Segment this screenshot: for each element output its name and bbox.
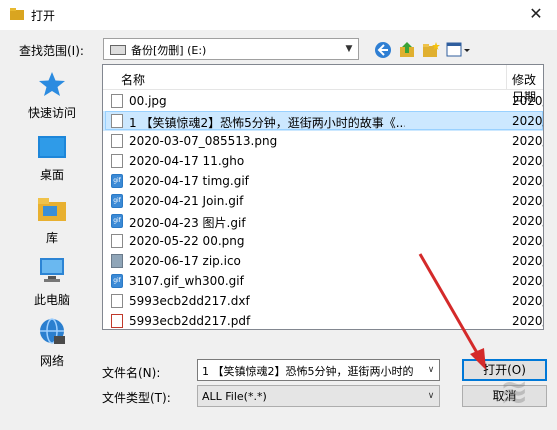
filetype-value: ALL File(*.*) [202, 390, 267, 403]
file-name: 1 【笑镇惊魂2】恐怖5分钟，逛街两小时的故事《... [129, 116, 405, 130]
column-divider[interactable] [506, 65, 507, 89]
look-in-combobox[interactable]: 备份[勿删] (E:) ▼ [103, 38, 359, 60]
annotation-arrow [418, 253, 486, 370]
doc-file-icon [111, 234, 123, 248]
doc-file-icon [111, 114, 123, 128]
look-in-label: 查找范围(I): [19, 44, 84, 58]
doc-file-icon [111, 94, 123, 108]
look-in-value: 备份[勿删] (E:) [131, 44, 207, 57]
gif-file-icon: gif [111, 194, 123, 208]
back-icon[interactable] [374, 41, 392, 59]
gif-file-icon: gif [111, 214, 123, 228]
star-icon [39, 72, 65, 96]
place-label: 网络 [39, 354, 64, 368]
place-this-pc[interactable]: 此电脑 [13, 258, 91, 307]
sort-up-icon: ^ [251, 64, 259, 72]
new-folder-icon[interactable] [422, 41, 440, 59]
file-name: 2020-06-17 zip.ico [129, 254, 241, 268]
gif-file-icon: gif [111, 274, 123, 288]
list-header: ^ 名称 修改日期 [103, 64, 543, 104]
file-date: 2020/5/16 9:30 [512, 314, 543, 328]
close-button[interactable]: ✕ [523, 3, 549, 25]
file-date: 2020/3/7 8:55 [512, 134, 543, 148]
computer-icon [40, 258, 64, 282]
place-desktop[interactable]: 桌面 [13, 136, 91, 182]
file-row[interactable]: gif 2020-04-17 timg.gif 2020/4/17 9:34 [103, 171, 543, 191]
network-icon [40, 318, 65, 344]
file-name: 2020-03-07_085513.png [129, 134, 278, 148]
file-date: 2020/4/17 9:34 [512, 174, 543, 188]
file-name: 2020-04-21 Join.gif [129, 194, 244, 208]
doc-file-icon [111, 154, 123, 168]
file-date: 2020/4/23 10:19 [512, 214, 543, 228]
file-row[interactable]: 2020-05-22 00.png 2020/5/22 8:48 [103, 231, 543, 251]
file-name: 5993ecb2dd217.pdf [129, 314, 251, 328]
file-date: 2020/6/17 12:19 [512, 254, 543, 268]
place-label: 此电脑 [33, 293, 70, 307]
file-name: 2020-04-17 11.gho [129, 154, 245, 168]
file-row[interactable]: 00.jpg 2020/3/27 11:07 [103, 91, 543, 111]
filetype-select[interactable]: ALL File(*.*) ∨ [197, 385, 440, 407]
view-menu-icon[interactable] [446, 41, 472, 59]
vertical-scrollbar[interactable] [544, 64, 557, 330]
place-quick-access[interactable]: 快速访问 [13, 71, 91, 121]
watermark-logo: ≋ [500, 372, 529, 412]
file-row[interactable]: 1 【笑镇惊魂2】恐怖5分钟，逛街两小时的故事《... 2020/3/3 8:24 [103, 111, 543, 131]
file-date: 2020/5/22 8:48 [512, 234, 543, 248]
file-name: 2020-04-17 timg.gif [129, 174, 249, 188]
drive-icon [110, 45, 126, 55]
filename-value: 1 【笑镇惊魂2】恐怖5分钟，逛街两小时的 [202, 365, 414, 378]
file-date: 2020/4/17 9:34 [512, 154, 543, 168]
chevron-down-icon[interactable]: ▼ [340, 39, 358, 59]
desktop-icon [38, 136, 66, 158]
chevron-down-icon[interactable]: ∨ [423, 386, 439, 406]
file-name: 3107.gif_wh300.gif [129, 274, 244, 288]
column-header-name[interactable]: 名称 [121, 71, 145, 88]
file-date: 2020/3/27 11:07 [512, 94, 543, 108]
file-row[interactable]: gif 2020-04-23 图片.gif 2020/4/23 10:19 [103, 211, 543, 231]
file-date: 2020/8/11 13:25 [512, 294, 543, 308]
library-icon [38, 198, 66, 221]
place-library[interactable]: 库 [13, 196, 91, 245]
file-date: 2020/3/3 8:24 [512, 114, 543, 128]
file-date: 2020/4/21 12:01 [512, 194, 543, 208]
doc-file-icon [111, 294, 123, 308]
file-date: 2020/1/11 12:00 [512, 274, 543, 288]
folder-app-icon [10, 8, 24, 20]
filetype-label: 文件类型(T): [102, 391, 171, 405]
places-bar: 快速访问 桌面 库 此电脑 网络 [13, 63, 91, 379]
file-name: 00.jpg [129, 94, 167, 108]
doc-file-icon [111, 134, 123, 148]
file-name: 2020-04-23 图片.gif [129, 216, 246, 230]
file-name: 2020-05-22 00.png [129, 234, 245, 248]
file-row[interactable]: 2020-04-17 11.gho 2020/4/17 9:34 [103, 151, 543, 171]
place-network[interactable]: 网络 [13, 318, 91, 368]
up-folder-icon[interactable] [398, 41, 416, 59]
title-bar: 打开 ✕ [0, 0, 557, 30]
file-row[interactable]: 2020-03-07_085513.png 2020/3/7 8:55 [103, 131, 543, 151]
gif-file-icon: gif [111, 174, 123, 188]
place-label: 快速访问 [27, 106, 76, 120]
file-row[interactable]: gif 2020-04-21 Join.gif 2020/4/21 12:01 [103, 191, 543, 211]
place-label: 库 [45, 231, 58, 245]
file-name: 5993ecb2dd217.dxf [129, 294, 250, 308]
window-title: 打开 [31, 9, 56, 23]
place-label: 桌面 [39, 168, 64, 182]
pdf-file-icon [111, 314, 123, 328]
ico-file-icon [111, 254, 123, 268]
filename-label: 文件名(N): [102, 366, 161, 380]
